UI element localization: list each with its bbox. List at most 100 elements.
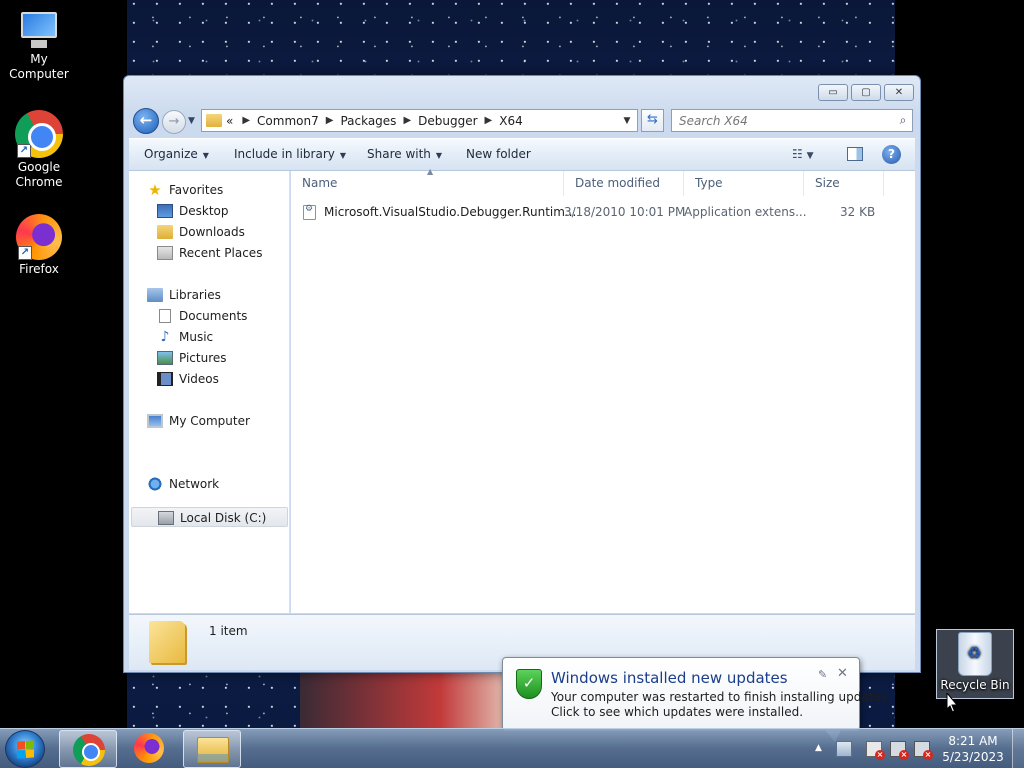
recent-places-icon (157, 245, 173, 260)
chevron-down-icon: ▼ (339, 151, 347, 160)
breadcrumb-packages[interactable]: Packages (340, 114, 396, 128)
volume-tray-icon[interactable]: × (914, 741, 933, 760)
share-with-menu[interactable]: Share with ▼ (367, 147, 442, 161)
search-box[interactable]: ⌕ (671, 109, 913, 132)
start-button[interactable] (5, 730, 45, 768)
computer-icon (17, 10, 61, 50)
table-row[interactable]: Microsoft.VisualStudio.Debugger.Runtim..… (303, 202, 883, 222)
minimize-button[interactable]: ▭ (818, 84, 848, 101)
nav-favorites[interactable]: ★ Favorites (147, 180, 223, 200)
close-button[interactable]: ✕ (884, 84, 914, 101)
nav-recent-places[interactable]: Recent Places (157, 243, 262, 263)
explorer-icon (197, 737, 229, 763)
desktop-icon-firefox[interactable]: ↗ Firefox (0, 214, 78, 277)
file-list: Name ▲ Date modified Type Size Microsoft… (291, 167, 915, 613)
pictures-icon (157, 350, 173, 365)
nav-desktop[interactable]: Desktop (157, 201, 229, 221)
address-bar[interactable]: « ▶ Common7 ▶ Packages ▶ Debugger ▶ X64 … (201, 109, 638, 132)
include-in-library-menu[interactable]: Include in library ▼ (234, 147, 346, 161)
help-icon[interactable]: ? (882, 145, 901, 164)
nav-label: Local Disk (C:) (180, 511, 267, 525)
nav-libraries[interactable]: Libraries (147, 285, 221, 305)
forward-button[interactable]: → (162, 110, 186, 134)
nav-pictures[interactable]: Pictures (157, 348, 227, 368)
windows-update-tray-icon[interactable] (836, 741, 852, 757)
nav-my-computer[interactable]: My Computer (147, 411, 250, 431)
include-in-library-label: Include in library (234, 147, 335, 161)
show-hidden-icons-button[interactable]: ▲ (815, 743, 822, 753)
error-icon: × (875, 750, 885, 760)
maximize-button[interactable]: ▢ (851, 84, 881, 101)
nav-label: My Computer (169, 414, 250, 428)
firefox-icon: ↗ (16, 214, 62, 260)
nav-label: Videos (179, 372, 219, 386)
nav-downloads[interactable]: Downloads (157, 222, 245, 242)
notification-message: Your computer was restarted to finish in… (551, 690, 891, 704)
breadcrumb-separator[interactable]: ▶ (403, 115, 411, 126)
view-list-icon: ☷ (792, 147, 803, 161)
documents-icon (159, 308, 171, 323)
column-header-type[interactable]: Type (684, 171, 804, 196)
item-count: 1 item (209, 624, 248, 638)
breadcrumb-overflow[interactable]: « (226, 114, 233, 128)
network-tray-icon[interactable]: × (890, 741, 909, 760)
desktop-icon-google-chrome[interactable]: ↗ Google Chrome (0, 110, 78, 190)
action-center-flag-icon[interactable]: × (866, 741, 885, 760)
refresh-button[interactable]: ⇆ (641, 109, 664, 132)
preview-pane-icon[interactable] (847, 147, 863, 161)
back-button[interactable]: ← (133, 108, 159, 134)
taskbar-firefox-button[interactable] (121, 730, 179, 768)
options-icon[interactable]: ✎ (818, 668, 827, 681)
desktop-icon-recycle-bin[interactable]: Recycle Bin (936, 629, 1014, 699)
taskbar-clock[interactable]: 8:21 AM 5/23/2023 (940, 733, 1006, 765)
breadcrumb-debugger[interactable]: Debugger (418, 114, 477, 128)
nav-label: Favorites (169, 183, 224, 197)
search-input[interactable] (672, 111, 894, 130)
recent-pages-dropdown[interactable]: ▼ (188, 116, 195, 126)
recycle-bin-icon (958, 632, 992, 676)
breadcrumb-common7[interactable]: Common7 (257, 114, 319, 128)
nav-label: Network (169, 477, 220, 491)
address-history-dropdown[interactable]: ▼ (617, 116, 637, 126)
notification-close-button[interactable]: ✕ (837, 666, 848, 681)
desktop-icon-label: My Computer (9, 52, 69, 81)
desktop-icon-my-computer[interactable]: My Computer (0, 10, 78, 82)
taskbar-chrome-button[interactable] (59, 730, 117, 768)
chevron-down-icon: ▼ (435, 151, 443, 160)
star-icon: ★ (148, 180, 162, 199)
file-name: Microsoft.VisualStudio.Debugger.Runtim..… (324, 205, 577, 219)
file-size: 32 KB (840, 205, 876, 219)
organize-menu[interactable]: Organize ▼ (144, 147, 209, 161)
window-controls: ▭ ▢ ✕ (818, 84, 914, 101)
nav-network[interactable]: Network (147, 474, 219, 494)
nav-local-disk[interactable]: Local Disk (C:) (131, 507, 288, 527)
column-header-size[interactable]: Size (804, 171, 884, 196)
shortcut-arrow-icon: ↗ (17, 144, 31, 158)
show-desktop-button[interactable] (1012, 729, 1024, 768)
computer-icon (147, 413, 163, 428)
music-icon: ♪ (160, 328, 170, 345)
file-type: Application extens... (684, 205, 807, 219)
breadcrumb-separator[interactable]: ▶ (326, 115, 334, 126)
nav-documents[interactable]: Documents (157, 306, 247, 326)
update-notification[interactable]: ✓ Windows installed new updates Your com… (502, 657, 891, 742)
error-icon: × (923, 750, 933, 760)
search-icon[interactable]: ⌕ (894, 113, 912, 128)
chevron-down-icon: ▼ (806, 151, 814, 161)
clock-date: 5/23/2023 (942, 750, 1004, 764)
nav-videos[interactable]: Videos (157, 369, 219, 389)
chevron-down-icon: ▼ (202, 151, 209, 160)
hard-disk-icon (158, 510, 174, 525)
breadcrumb-x64[interactable]: X64 (499, 114, 523, 128)
breadcrumb-separator[interactable]: ▶ (242, 115, 250, 126)
breadcrumb-separator[interactable]: ▶ (485, 115, 493, 126)
chrome-icon: ↗ (15, 110, 63, 158)
desktop-icon-label: Recycle Bin (940, 678, 1010, 692)
new-folder-button[interactable]: New folder (466, 147, 531, 161)
column-header-date-modified[interactable]: Date modified (564, 171, 684, 196)
nav-music[interactable]: ♪ Music (157, 327, 214, 347)
downloads-folder-icon (157, 224, 173, 239)
view-options-button[interactable]: ☷ ▼ (792, 147, 814, 161)
sort-ascending-icon: ▲ (427, 167, 434, 176)
taskbar-explorer-button[interactable] (183, 730, 241, 768)
